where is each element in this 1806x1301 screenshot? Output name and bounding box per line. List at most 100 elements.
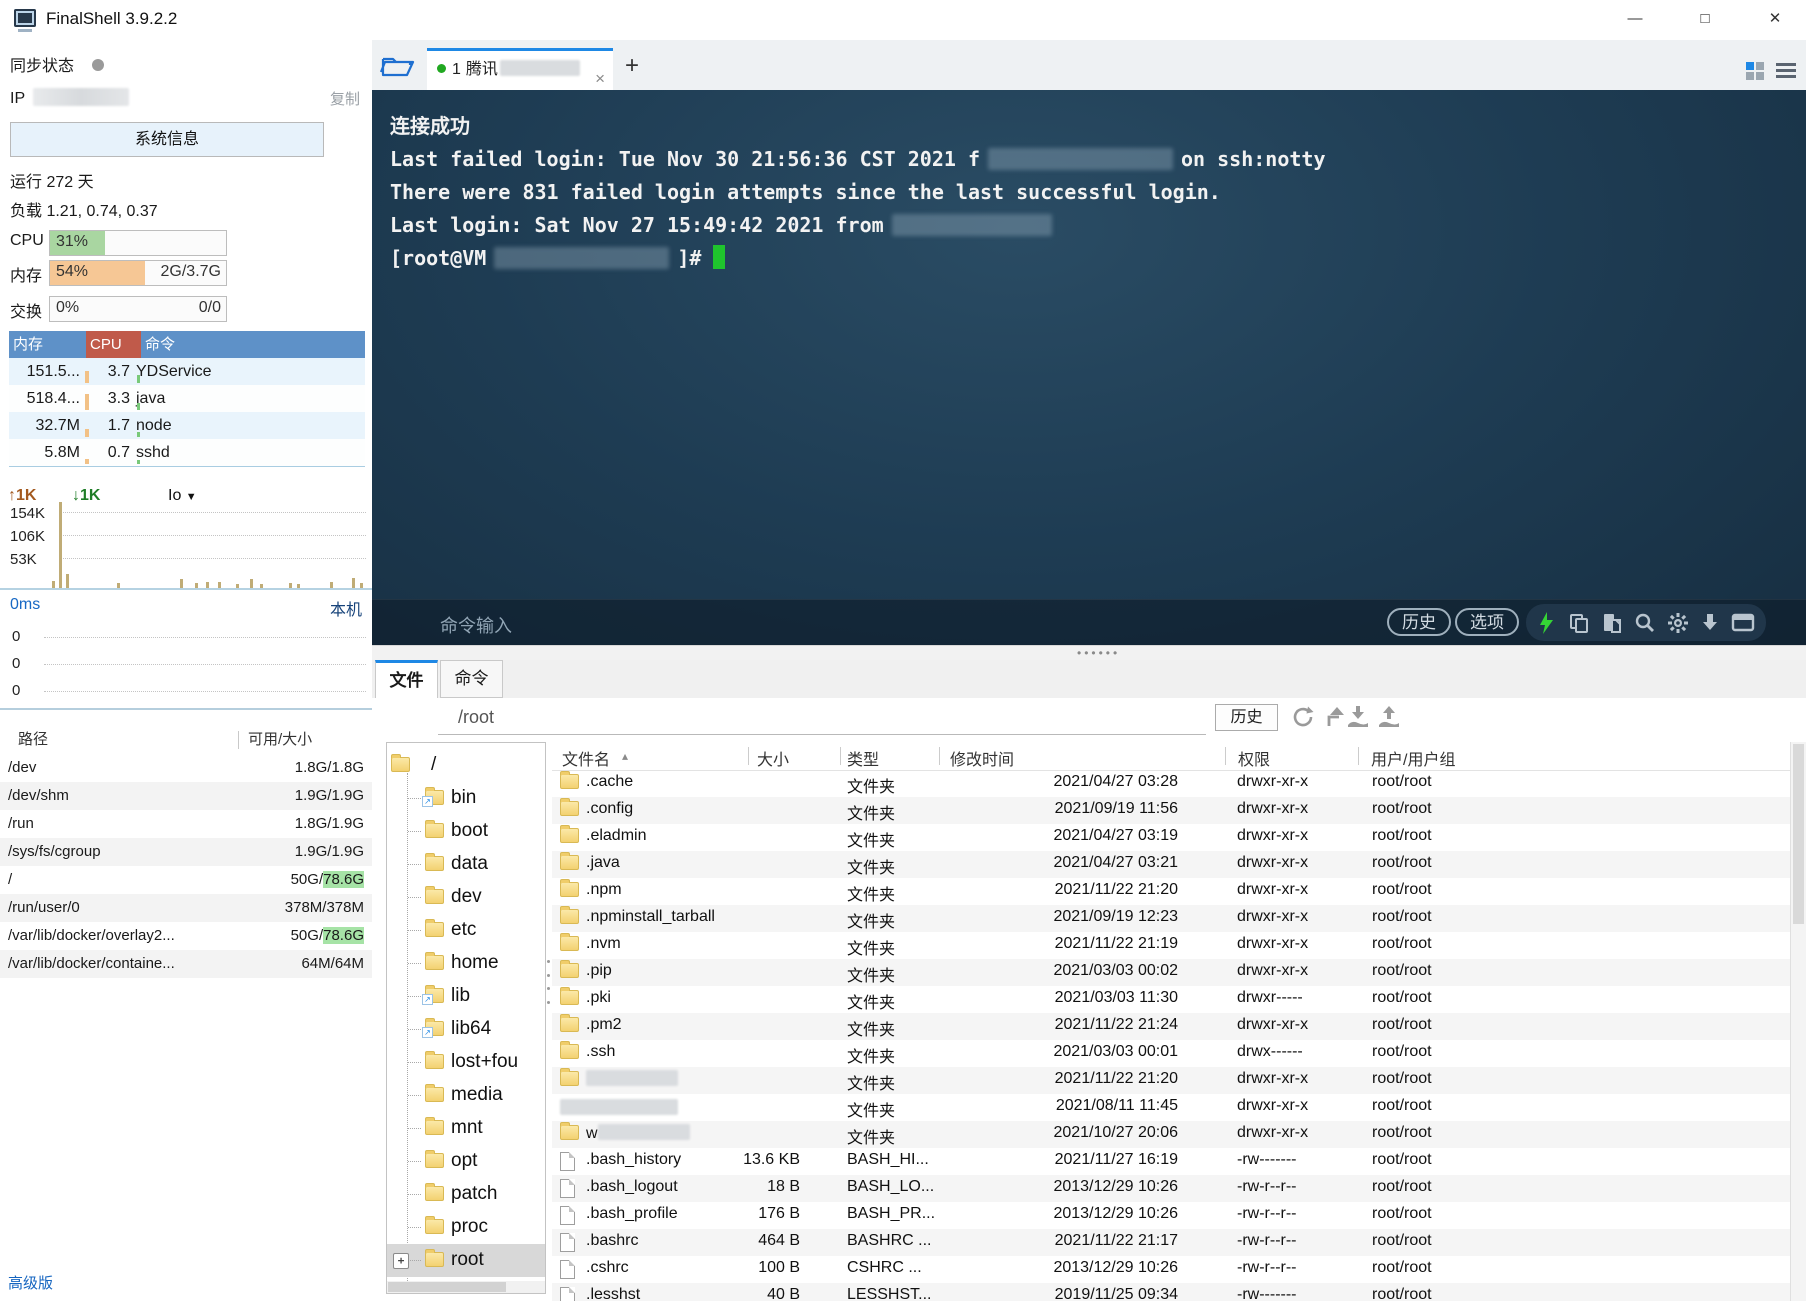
tree-item-media[interactable]: media <box>387 1079 545 1112</box>
paste-icon[interactable] <box>1601 612 1623 634</box>
disk-row[interactable]: /dev/shm 1.9G/1.9G <box>0 782 372 810</box>
file-row[interactable]: .lesshst 40 B LESSHST... 2019/11/25 09:34 -r… <box>552 1283 1790 1301</box>
file-row[interactable]: .pm2 文件夹 2021/11/22 21:24 drwxr-xr-x root/ro… <box>552 1013 1790 1040</box>
tree-item-patch[interactable]: patch <box>387 1178 545 1211</box>
file-col-header[interactable]: 文件名 <box>562 746 610 770</box>
tree-item-bin[interactable]: bin <box>387 782 545 815</box>
file-row[interactable]: .eladmin 文件夹 2021/04/27 03:19 drwxr-xr-x roo… <box>552 824 1790 851</box>
disk-row[interactable]: /var/lib/docker/containe... 64M/64M <box>0 950 372 978</box>
tree-item-proc[interactable]: proc <box>387 1211 545 1244</box>
maximize-button[interactable]: □ <box>1690 6 1720 32</box>
disk-row[interactable]: /var/lib/docker/overlay2... 50G/78.6G <box>0 922 372 950</box>
file-row[interactable]: .ssh 文件夹 2021/03/03 00:01 drwx------ root/ro… <box>552 1040 1790 1067</box>
session-tab[interactable]: 1 腾讯 × <box>427 48 613 90</box>
sidebar-divider <box>0 708 372 710</box>
upload-icon[interactable] <box>1376 705 1402 731</box>
tab-命令[interactable]: 命令 <box>440 660 503 698</box>
lightning-icon[interactable] <box>1537 611 1557 634</box>
disk-row[interactable]: /50G/78.6G <box>0 866 372 894</box>
path-input[interactable]: /root <box>458 707 494 728</box>
file-col-header[interactable]: 修改时间 <box>950 746 1014 770</box>
file-row[interactable]: w 文件夹 2021/10/27 20:06 drwxr-xr-x root/root <box>552 1121 1790 1148</box>
file-row[interactable]: .java 文件夹 2021/04/27 03:21 drwxr-xr-x root/r… <box>552 851 1790 878</box>
folder-icon <box>425 886 444 904</box>
menu-icon[interactable] <box>1776 63 1796 79</box>
settings-icon[interactable] <box>1667 612 1689 634</box>
file-col-header[interactable]: 权限 <box>1238 746 1270 770</box>
file-row[interactable]: .npm 文件夹 2021/11/22 21:20 drwxr-xr-x root/ro… <box>552 878 1790 905</box>
terminal[interactable]: 连接成功 Last failed login: Tue Nov 30 21:56:… <box>372 90 1806 645</box>
tree-table-splitter[interactable] <box>547 960 551 1004</box>
tree-item-root[interactable]: + root <box>387 1244 545 1277</box>
file-row[interactable]: .pip 文件夹 2021/03/03 00:02 drwxr-xr-x root/ro… <box>552 959 1790 986</box>
tree-item-opt[interactable]: opt <box>387 1145 545 1178</box>
process-col-header[interactable]: 内存 <box>9 331 86 358</box>
tree-horizontal-scrollbar[interactable] <box>387 1281 545 1293</box>
process-row[interactable]: 151.5... 3.7 YDService <box>9 358 365 385</box>
file-row[interactable]: 文件夹 2021/08/11 11:45 drwxr-xr-x root/root <box>552 1094 1790 1121</box>
tree-item-lib64[interactable]: lib64 <box>387 1013 545 1046</box>
file-row[interactable]: .bash_profile 176 B BASH_PR... 2013/12/29 1… <box>552 1202 1790 1229</box>
tree-item-mnt[interactable]: mnt <box>387 1112 545 1145</box>
grid-view-icon[interactable] <box>1746 62 1764 80</box>
file-row[interactable]: .pki 文件夹 2021/03/03 11:30 drwxr----- root/ro… <box>552 986 1790 1013</box>
download-icon[interactable] <box>1345 705 1371 731</box>
file-col-header[interactable]: 大小 <box>757 746 789 770</box>
tab-文件[interactable]: 文件 <box>375 660 438 698</box>
process-row[interactable]: 5.8M 0.7 sshd <box>9 439 365 466</box>
disk-row[interactable]: /run/user/0 378M/378M <box>0 894 372 922</box>
open-connections-button[interactable] <box>379 52 416 80</box>
tree-item-lost+fou[interactable]: lost+fou <box>387 1046 545 1079</box>
expand-icon[interactable]: + <box>393 1253 409 1269</box>
refresh-icon[interactable] <box>1291 705 1317 731</box>
search-icon[interactable] <box>1634 612 1656 634</box>
tree-item-dev[interactable]: dev <box>387 881 545 914</box>
download-icon[interactable] <box>1700 612 1720 634</box>
file-row[interactable]: .bash_history 13.6 KB BASH_HI... 2021/11/27… <box>552 1148 1790 1175</box>
process-row[interactable]: 518.4... 3.3 java <box>9 385 365 412</box>
terminal-line: 连接成功 <box>390 114 470 138</box>
file-row[interactable]: .cshrc 100 B CSHRC ... 2013/12/29 10:26 -rw-… <box>552 1256 1790 1283</box>
close-button[interactable]: ✕ <box>1760 6 1790 32</box>
process-row[interactable]: 32.7M 1.7 node <box>9 412 365 439</box>
ip-row: IP <box>10 88 130 108</box>
file-row[interactable]: 文件夹 2021/11/22 21:20 drwxr-xr-x root/root <box>552 1067 1790 1094</box>
file-row[interactable]: .cache 文件夹 2021/04/27 03:28 drwxr-xr-x root/… <box>552 770 1790 797</box>
disk-row[interactable]: /run 1.8G/1.9G <box>0 810 372 838</box>
tree-item-home[interactable]: home <box>387 947 545 980</box>
file-row[interactable]: .nvm 文件夹 2021/11/22 21:19 drwxr-xr-x root/ro… <box>552 932 1790 959</box>
window-icon[interactable] <box>1731 613 1755 633</box>
options-button[interactable]: 选项 <box>1455 608 1519 636</box>
network-traffic-chart: 154K 106K 53K <box>0 502 372 590</box>
copy-ip-button[interactable]: 复制 <box>330 88 360 109</box>
system-info-button[interactable]: 系统信息 <box>10 122 324 157</box>
disk-row[interactable]: /dev 1.8G/1.8G <box>0 754 372 782</box>
disk-table-header[interactable]: 路径 可用/大小 <box>0 726 372 754</box>
new-tab-button[interactable]: + <box>620 54 644 78</box>
process-col-header[interactable]: CPU <box>86 331 141 358</box>
process-table-header[interactable]: 内存 CPU 命令 <box>9 331 365 358</box>
tree-item-boot[interactable]: boot <box>387 815 545 848</box>
file-table-header[interactable]: 文件名 大小 类型 修改时间 权限 用户/用户组 ▴ <box>552 742 1790 771</box>
history-button[interactable]: 历史 <box>1387 608 1451 636</box>
file-table-scrollbar[interactable] <box>1790 742 1806 1301</box>
disk-table: 路径 可用/大小 /dev 1.8G/1.8G/dev/shm 1.9G/1.9G /… <box>0 726 372 978</box>
minimize-button[interactable]: — <box>1620 6 1650 32</box>
disk-row[interactable]: /sys/fs/cgroup 1.9G/1.9G <box>0 838 372 866</box>
file-col-header[interactable]: 用户/用户组 <box>1371 746 1455 770</box>
tree-item-data[interactable]: data <box>387 848 545 881</box>
tree-item-/[interactable]: / <box>387 749 545 782</box>
file-row[interactable]: .npminstall_tarball 文件夹 2021/09/19 12:23 dr… <box>552 905 1790 932</box>
file-row[interactable]: .config 文件夹 2021/09/19 11:56 drwxr-xr-x root… <box>552 797 1790 824</box>
file-history-button[interactable]: 历史 <box>1215 704 1278 731</box>
tree-item-lib[interactable]: lib <box>387 980 545 1013</box>
process-col-header[interactable]: 命令 <box>141 331 365 358</box>
copy-icon[interactable] <box>1568 612 1590 634</box>
command-input[interactable]: 命令输入 <box>440 612 512 638</box>
tree-item-etc[interactable]: etc <box>387 914 545 947</box>
main-area: 1 腾讯 × + 连接成功 Last failed login: Tue Nov 3… <box>372 40 1806 1301</box>
file-row[interactable]: .bash_logout 18 B BASH_LO... 2013/12/29 10:… <box>552 1175 1790 1202</box>
file-row[interactable]: .bashrc 464 B BASHRC ... 2021/11/22 21:17 -r… <box>552 1229 1790 1256</box>
folder-icon <box>560 933 579 951</box>
file-col-header[interactable]: 类型 <box>847 746 879 770</box>
